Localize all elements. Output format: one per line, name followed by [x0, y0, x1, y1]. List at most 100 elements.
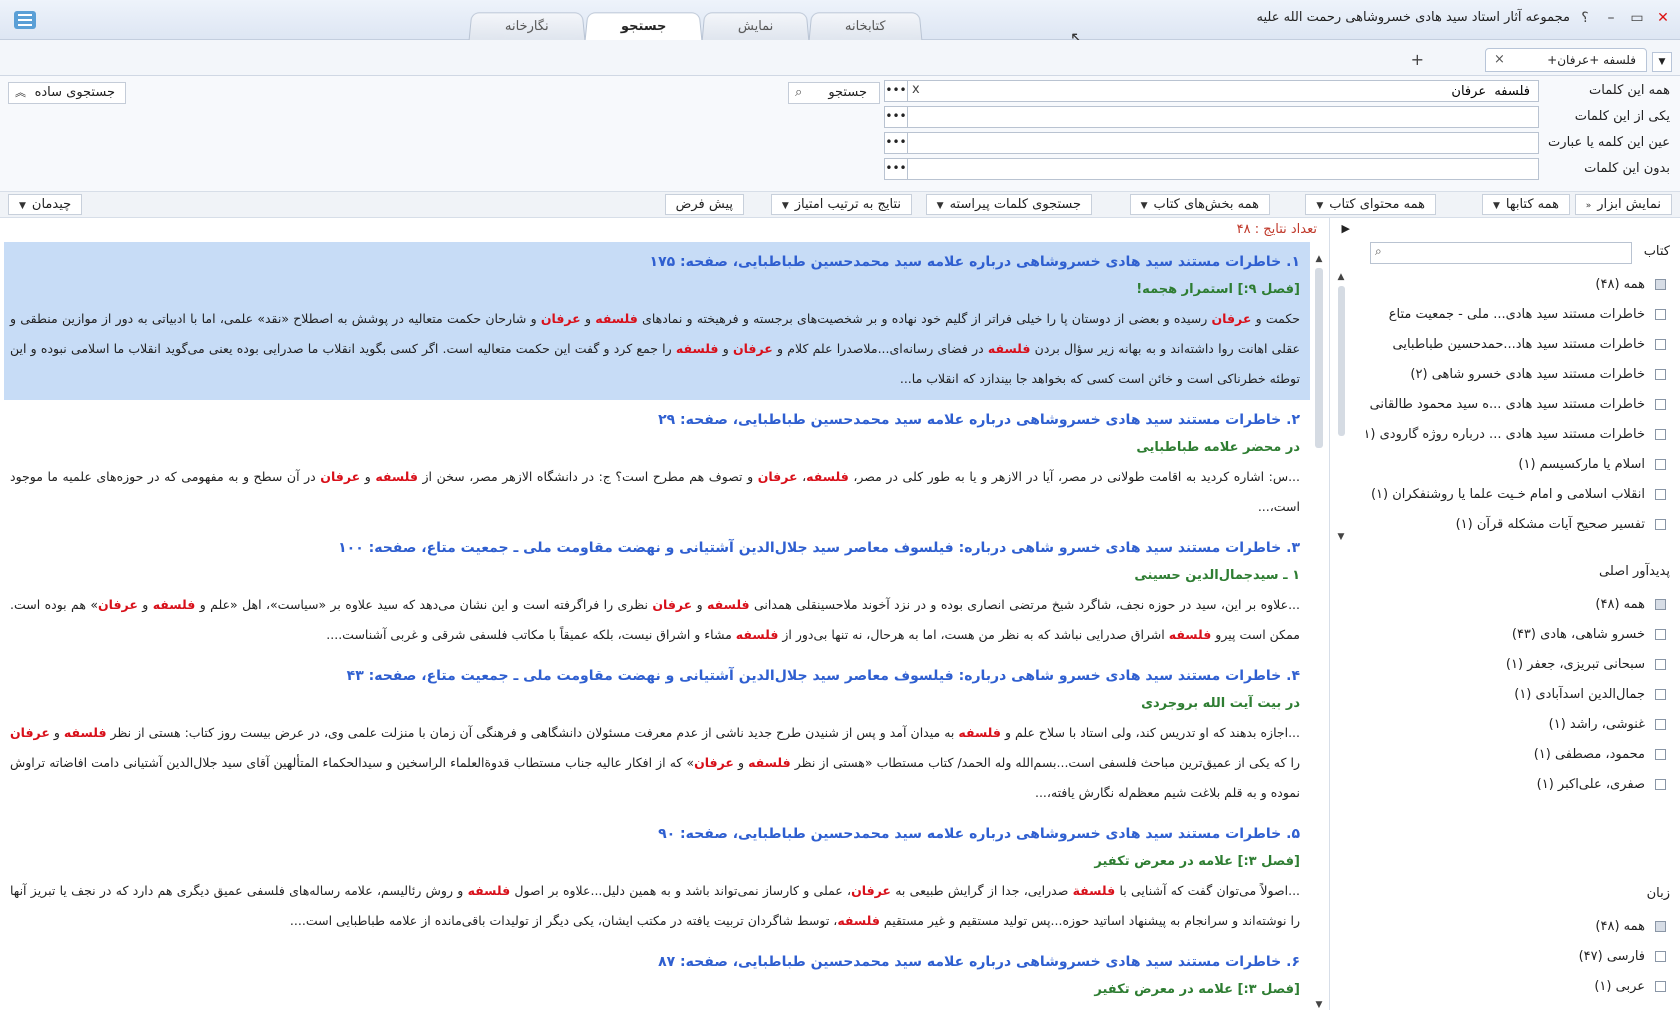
checkbox[interactable]	[1655, 489, 1666, 500]
book-facet-scrollbar[interactable]: ▲ ▼	[1335, 272, 1347, 542]
result-title[interactable]: ۱. خاطرات مستند سید هادی خسروشاهی درباره…	[10, 248, 1300, 276]
facet-item[interactable]: همه (۴۸)	[1366, 912, 1666, 942]
clean-words-dropdown[interactable]: جستجوی کلمات پیراسته ▼	[925, 194, 1092, 215]
sort-dropdown[interactable]: نتایج به ترتیب امتیاز ▼	[770, 194, 912, 215]
result-title[interactable]: ۶. خاطرات مستند سید هادی خسروشاهی درباره…	[10, 948, 1300, 976]
results-scrollbar[interactable]: ▲ ▼	[1311, 254, 1327, 1010]
facet-item[interactable]: صفری، علی‌اکبر (۱)	[1366, 770, 1666, 800]
language-facet-label: زبان	[1646, 886, 1670, 901]
checkbox[interactable]	[1655, 519, 1666, 530]
result-title[interactable]: ۵. خاطرات مستند سید هادی خسروشاهی درباره…	[10, 820, 1300, 848]
facet-item[interactable]: خاطرات مستند سید هاد...حمدحسین طباطبایی	[1366, 330, 1666, 360]
facet-item[interactable]: انقلاب اسلامی و امام خـیت علما یا روشنفک…	[1366, 480, 1666, 510]
exact-phrase-options-button[interactable]: •••	[884, 132, 908, 154]
checkbox[interactable]	[1655, 399, 1666, 410]
facet-item[interactable]: غنوشی، راشد (۱)	[1366, 710, 1666, 740]
query-tab-label: فلسفه +عرفان+	[1547, 53, 1636, 67]
checkbox[interactable]	[1655, 951, 1666, 962]
clear-icon[interactable]: x	[912, 82, 920, 97]
checkbox[interactable]	[1655, 309, 1666, 320]
search-button[interactable]: جستجو ⌕	[788, 82, 880, 104]
any-words-options-button[interactable]: •••	[884, 106, 908, 128]
add-tab-icon[interactable]: +	[1411, 50, 1424, 69]
restore-icon[interactable]: ▭	[1626, 8, 1648, 28]
minimize-icon[interactable]: –	[1600, 8, 1622, 28]
checkbox[interactable]	[1655, 279, 1666, 290]
result-item[interactable]: ۲. خاطرات مستند سید هادی خسروشاهی درباره…	[4, 400, 1310, 528]
hamburger-menu-icon[interactable]	[14, 11, 36, 29]
scroll-up-icon[interactable]: ▲	[1311, 254, 1327, 264]
query-tab[interactable]: فلسفه +عرفان+ ×	[1485, 48, 1647, 72]
facet-item[interactable]: محمود، مصطفی (۱)	[1366, 740, 1666, 770]
result-item[interactable]: ۳. خاطرات مستند سید هادی خسرو شاهی دربار…	[4, 528, 1310, 656]
checkbox[interactable]	[1655, 599, 1666, 610]
result-title[interactable]: ۳. خاطرات مستند سید هادی خسرو شاهی دربار…	[10, 534, 1300, 562]
all-sections-dropdown[interactable]: همه بخش‌های کتاب ▼	[1129, 194, 1270, 215]
checkbox[interactable]	[1655, 719, 1666, 730]
facet-item[interactable]: خاطرات مستند سید هادی ... درباره روژه گا…	[1366, 420, 1666, 450]
facet-item[interactable]: خاطرات مستند سید هادی... ملی - جمعیت متا…	[1366, 300, 1666, 330]
book-filter-input[interactable]: ⌕	[1370, 242, 1632, 264]
checkbox[interactable]	[1655, 369, 1666, 380]
checkbox[interactable]	[1655, 749, 1666, 760]
layout-dropdown[interactable]: چیدمان ▼	[8, 194, 83, 215]
scroll-down-icon[interactable]: ▼	[1311, 1000, 1327, 1010]
facet-item[interactable]: عربی (۱)	[1366, 972, 1666, 1002]
chevron-down-icon: ▼	[1316, 201, 1324, 211]
facet-item[interactable]: خسرو شاهی، هادی (۴۳)	[1366, 620, 1666, 650]
facet-item[interactable]: اسلام یا مارکسیسم (۱)	[1366, 450, 1666, 480]
all-words-input[interactable]	[905, 80, 1539, 102]
exact-phrase-input[interactable]	[905, 132, 1539, 154]
scroll-thumb[interactable]	[1337, 286, 1345, 436]
facet-item[interactable]: تفسیر صحیح آیات مشکله قرآن (۱)	[1366, 510, 1666, 540]
show-tools-button[interactable]: نمایش ابزار «	[1574, 194, 1672, 215]
highlighted-term: عرفان	[732, 341, 773, 356]
result-item[interactable]: ۴. خاطرات مستند سید هادی خسرو شاهی دربار…	[4, 656, 1310, 814]
all-content-dropdown[interactable]: همه محتوای کتاب ▼	[1305, 194, 1436, 215]
any-words-input[interactable]	[905, 106, 1539, 128]
facet-item[interactable]: همه (۴۸)	[1366, 270, 1666, 300]
help-icon[interactable]: ؟	[1574, 8, 1596, 28]
scroll-down-icon[interactable]: ▼	[1335, 532, 1347, 542]
snippet-text: حکمت و	[1251, 311, 1301, 326]
checkbox[interactable]	[1655, 659, 1666, 670]
search-icon: ⌕	[1375, 244, 1382, 258]
scroll-up-icon[interactable]: ▲	[1335, 272, 1347, 282]
checkbox[interactable]	[1655, 459, 1666, 470]
result-item[interactable]: ۶. خاطرات مستند سید هادی خسروشاهی درباره…	[4, 942, 1310, 1010]
result-title[interactable]: ۲. خاطرات مستند سید هادی خسروشاهی درباره…	[10, 406, 1300, 434]
result-title[interactable]: ۴. خاطرات مستند سید هادی خسرو شاهی دربار…	[10, 662, 1300, 690]
all-words-options-button[interactable]: •••	[884, 80, 908, 102]
facet-item[interactable]: خاطرات مستند سید هادی ...ه سید محمود طال…	[1366, 390, 1666, 420]
simple-search-button[interactable]: جستجوی ساده ︽	[8, 82, 126, 104]
close-icon[interactable]: ✕	[1652, 8, 1674, 28]
facet-item[interactable]: همه (۴۸)	[1366, 590, 1666, 620]
close-tab-icon[interactable]: ×	[1494, 49, 1505, 71]
checkbox[interactable]	[1655, 921, 1666, 932]
checkbox[interactable]	[1655, 981, 1666, 992]
checkbox[interactable]	[1655, 629, 1666, 640]
tab-display[interactable]: نمایش	[701, 12, 810, 41]
tab-list-dropdown-icon[interactable]: ▼	[1652, 52, 1672, 72]
without-words-input[interactable]	[905, 158, 1539, 180]
tab-library[interactable]: کتابخانه	[808, 12, 923, 41]
scroll-thumb[interactable]	[1315, 268, 1323, 448]
facet-item[interactable]: سبحانی تبریزی، جعفر (۱)	[1366, 650, 1666, 680]
facet-item[interactable]: فارسی (۴۷)	[1366, 942, 1666, 972]
tab-gallery[interactable]: نگارخانه	[468, 12, 586, 41]
without-words-options-button[interactable]: •••	[884, 158, 908, 180]
tab-search[interactable]: جستجو	[584, 12, 703, 42]
result-item[interactable]: ۱. خاطرات مستند سید هادی خسروشاهی درباره…	[4, 242, 1310, 400]
all-books-dropdown[interactable]: همه کتابها ▼	[1481, 194, 1570, 215]
facet-item[interactable]: جمال‌الدین اسدآبادی (۱)	[1366, 680, 1666, 710]
checkbox[interactable]	[1655, 339, 1666, 350]
facet-item-label: جمال‌الدین اسدآبادی (۱)	[1514, 687, 1645, 702]
facet-item[interactable]: جهاد و هنگا (۱)	[1366, 540, 1666, 542]
collapse-panel-icon[interactable]: ▶	[1342, 222, 1350, 235]
checkbox[interactable]	[1655, 429, 1666, 440]
default-button[interactable]: پیش فرض	[664, 194, 744, 215]
result-item[interactable]: ۵. خاطرات مستند سید هادی خسروشاهی درباره…	[4, 814, 1310, 942]
checkbox[interactable]	[1655, 779, 1666, 790]
checkbox[interactable]	[1655, 689, 1666, 700]
facet-item[interactable]: خاطرات مستند سید هادی خسرو شاهی (۲)	[1366, 360, 1666, 390]
